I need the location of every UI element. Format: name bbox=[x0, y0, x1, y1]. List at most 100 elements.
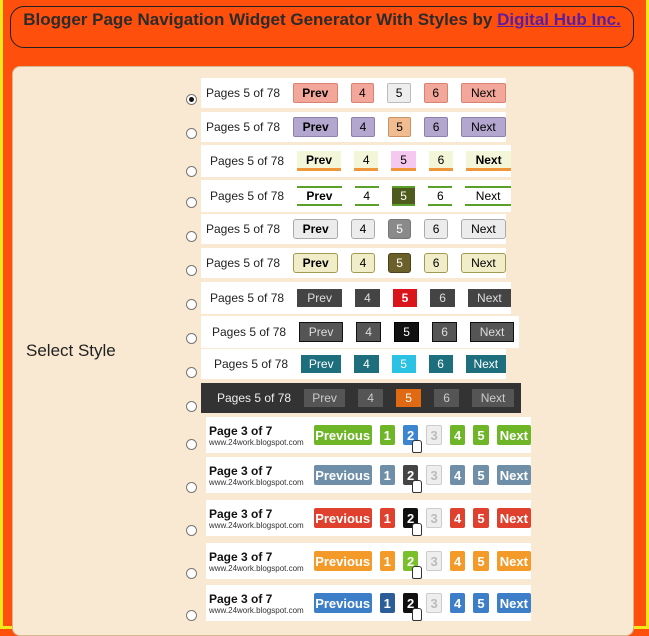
page-5-current: 5 bbox=[387, 117, 412, 137]
page-1-button[interactable]: 1 bbox=[379, 465, 395, 485]
page-4-button[interactable]: 4 bbox=[351, 219, 375, 239]
page-1-button[interactable]: 1 bbox=[379, 425, 395, 445]
next-button[interactable]: Next bbox=[496, 593, 532, 613]
page-1-button[interactable]: 1 bbox=[379, 508, 395, 528]
page-4-button[interactable]: 4 bbox=[449, 593, 466, 613]
blog-url: www.24work.blogspot.com bbox=[209, 605, 304, 615]
page-6-button[interactable]: 6 bbox=[432, 322, 458, 342]
page-4-button[interactable]: 4 bbox=[358, 389, 384, 407]
pager-preview-11: Page 3 of 7 www.24work.blogspot.com Prev… bbox=[206, 417, 532, 453]
page-5-button[interactable]: 5 bbox=[473, 425, 489, 445]
page-4-button[interactable]: 4 bbox=[449, 508, 466, 528]
page-4-button[interactable]: 4 bbox=[449, 551, 466, 571]
style-radio-6[interactable] bbox=[186, 265, 197, 276]
next-button[interactable]: Next bbox=[460, 219, 506, 239]
page-6-button[interactable]: 6 bbox=[424, 117, 448, 137]
pager-preview-5: Pages 5 of 78 Prev 4 5 6 Next bbox=[201, 214, 506, 244]
style-radio-8[interactable] bbox=[186, 333, 197, 344]
page-5-current: 5 bbox=[391, 151, 416, 171]
page-6-button[interactable]: 6 bbox=[434, 389, 460, 407]
page-label: Page 3 of 7 bbox=[209, 463, 273, 478]
page-1-button[interactable]: 1 bbox=[379, 593, 395, 613]
page-4-button[interactable]: 4 bbox=[354, 355, 379, 373]
next-button[interactable]: Next bbox=[470, 322, 515, 342]
style-radio-7[interactable] bbox=[186, 299, 197, 310]
digital-hub-link[interactable]: Digital Hub Inc. bbox=[497, 10, 621, 29]
next-button[interactable]: Next bbox=[460, 253, 506, 273]
next-button[interactable]: Next bbox=[496, 551, 532, 571]
next-button[interactable]: Next bbox=[465, 355, 507, 373]
style-radio-11[interactable] bbox=[186, 439, 197, 450]
page-5-current: 5 bbox=[387, 219, 412, 239]
previous-button[interactable]: Previous bbox=[313, 593, 372, 613]
next-button[interactable]: Next bbox=[467, 289, 511, 307]
prev-button[interactable]: Prev bbox=[293, 83, 338, 103]
style-radio-4[interactable] bbox=[186, 197, 197, 208]
next-button[interactable]: Next bbox=[496, 425, 532, 445]
page-4-button[interactable]: 4 bbox=[353, 151, 379, 171]
page-6-button[interactable]: 6 bbox=[428, 186, 453, 206]
page-2-current: 2 bbox=[402, 425, 423, 453]
previous-button[interactable]: Previous bbox=[313, 425, 372, 445]
page-6-button[interactable]: 6 bbox=[430, 289, 455, 307]
page-5-button[interactable]: 5 bbox=[473, 465, 489, 485]
page-2-current: 2 bbox=[402, 465, 423, 493]
prev-button[interactable]: Prev bbox=[297, 151, 341, 171]
style-radio-3[interactable] bbox=[186, 166, 197, 177]
page-info: Page 3 of 7 www.24work.blogspot.com bbox=[209, 592, 304, 615]
style-radio-9[interactable] bbox=[186, 367, 197, 378]
next-button[interactable]: Next bbox=[472, 389, 515, 407]
page-6-button[interactable]: 6 bbox=[428, 355, 453, 373]
page-4-button[interactable]: 4 bbox=[354, 186, 379, 206]
style-radio-14[interactable] bbox=[186, 568, 197, 579]
page-6-button[interactable]: 6 bbox=[424, 219, 448, 239]
page-4-button[interactable]: 4 bbox=[351, 253, 375, 273]
page-5-current: 5 bbox=[387, 253, 412, 273]
page-info: Page 3 of 7 www.24work.blogspot.com bbox=[209, 424, 304, 447]
style-radio-12[interactable] bbox=[186, 482, 197, 493]
pages-label: Pages 5 of 78 bbox=[214, 357, 289, 371]
prev-button[interactable]: Prev bbox=[301, 355, 342, 373]
style-radio-15[interactable] bbox=[186, 610, 197, 621]
page-6-button[interactable]: 6 bbox=[428, 151, 454, 171]
prev-button[interactable]: Prev bbox=[293, 219, 339, 239]
title-text: Blogger Page Navigation Widget Generator… bbox=[23, 10, 498, 29]
page-4-button[interactable]: 4 bbox=[449, 465, 466, 485]
pages-label: Pages 5 of 78 bbox=[210, 154, 285, 168]
style-radio-10[interactable] bbox=[186, 401, 197, 412]
page-5-button[interactable]: 5 bbox=[473, 508, 489, 528]
next-button[interactable]: Next bbox=[460, 83, 507, 103]
previous-button[interactable]: Previous bbox=[313, 551, 372, 571]
page-4-button[interactable]: 4 bbox=[449, 425, 466, 445]
prev-button[interactable]: Prev bbox=[297, 289, 343, 307]
page-4-button[interactable]: 4 bbox=[355, 289, 380, 307]
next-button[interactable]: Next bbox=[466, 151, 512, 171]
pager-preview-14: Page 3 of 7 www.24work.blogspot.com Prev… bbox=[206, 543, 532, 579]
style-radio-2[interactable] bbox=[186, 128, 197, 139]
page-1-button[interactable]: 1 bbox=[379, 551, 395, 571]
prev-button[interactable]: Prev bbox=[304, 389, 346, 407]
style-radio-1[interactable] bbox=[186, 94, 197, 105]
prev-button[interactable]: Prev bbox=[293, 253, 339, 273]
page-4-button[interactable]: 4 bbox=[351, 117, 375, 137]
previous-button[interactable]: Previous bbox=[313, 465, 372, 485]
prev-button[interactable]: Prev bbox=[297, 186, 342, 206]
next-button[interactable]: Next bbox=[460, 117, 506, 137]
next-button[interactable]: Next bbox=[496, 465, 532, 485]
page-4-button[interactable]: 4 bbox=[356, 322, 382, 342]
page-6-button[interactable]: 6 bbox=[424, 253, 448, 273]
prev-button[interactable]: Prev bbox=[299, 322, 344, 342]
next-button[interactable]: Next bbox=[465, 186, 511, 206]
page-6-button[interactable]: 6 bbox=[423, 83, 448, 103]
page-5-button[interactable]: 5 bbox=[473, 551, 489, 571]
page-4-button[interactable]: 4 bbox=[350, 83, 375, 103]
style-radio-13[interactable] bbox=[186, 525, 197, 536]
prev-button[interactable]: Prev bbox=[293, 117, 339, 137]
pager-preview-1: Pages 5 of 78 Prev 4 5 6 Next bbox=[201, 78, 507, 108]
page-5-current: 5 bbox=[391, 355, 416, 373]
page-5-button[interactable]: 5 bbox=[473, 593, 489, 613]
next-button[interactable]: Next bbox=[496, 508, 532, 528]
previous-button[interactable]: Previous bbox=[313, 508, 372, 528]
style-radio-5[interactable] bbox=[186, 231, 197, 242]
pager-preview-2: Pages 5 of 78 Prev 4 5 6 Next bbox=[201, 112, 506, 142]
